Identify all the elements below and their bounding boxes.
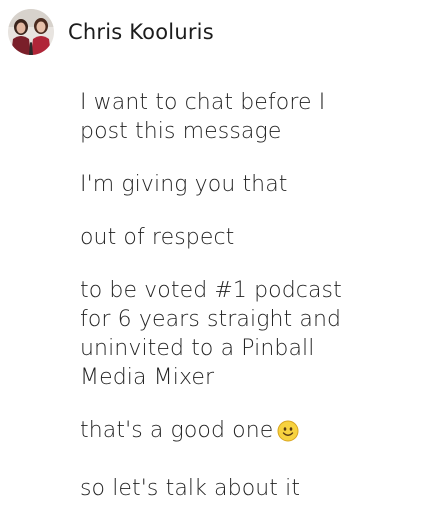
post-header: Chris Kooluris [8, 9, 438, 55]
smiley-face-icon [277, 420, 299, 450]
author-name[interactable]: Chris Kooluris [68, 21, 214, 43]
message-paragraph: to be voted #1 podcast for 6 years strai… [80, 276, 420, 392]
message-line: for 6 years straight and [80, 307, 342, 332]
message-line: post this message [80, 119, 282, 144]
message-line: Media Mixer [80, 365, 215, 390]
message-line: I'm giving you that [80, 172, 288, 197]
message-paragraph: that's a good one [80, 416, 420, 450]
message-line: I want to chat before I [80, 90, 326, 115]
message-body: I want to chat before I post this messag… [80, 88, 420, 525]
message-line-with-emoji: that's a good one [80, 416, 420, 450]
message-line: so let's talk about it [80, 476, 301, 501]
message-line: out of respect [80, 225, 235, 250]
message-line: uninvited to a Pinball [80, 336, 315, 361]
avatar[interactable] [8, 9, 54, 55]
message-paragraph: I want to chat before I post this messag… [80, 88, 420, 146]
message-line: to be voted #1 podcast [80, 278, 342, 303]
message-paragraph: out of respect [80, 223, 420, 252]
message-paragraph: so let's talk about it [80, 474, 420, 503]
message-paragraph: I'm giving you that [80, 170, 420, 199]
message-line: that's a good one [80, 418, 274, 443]
profile-photo-icon [8, 9, 54, 55]
